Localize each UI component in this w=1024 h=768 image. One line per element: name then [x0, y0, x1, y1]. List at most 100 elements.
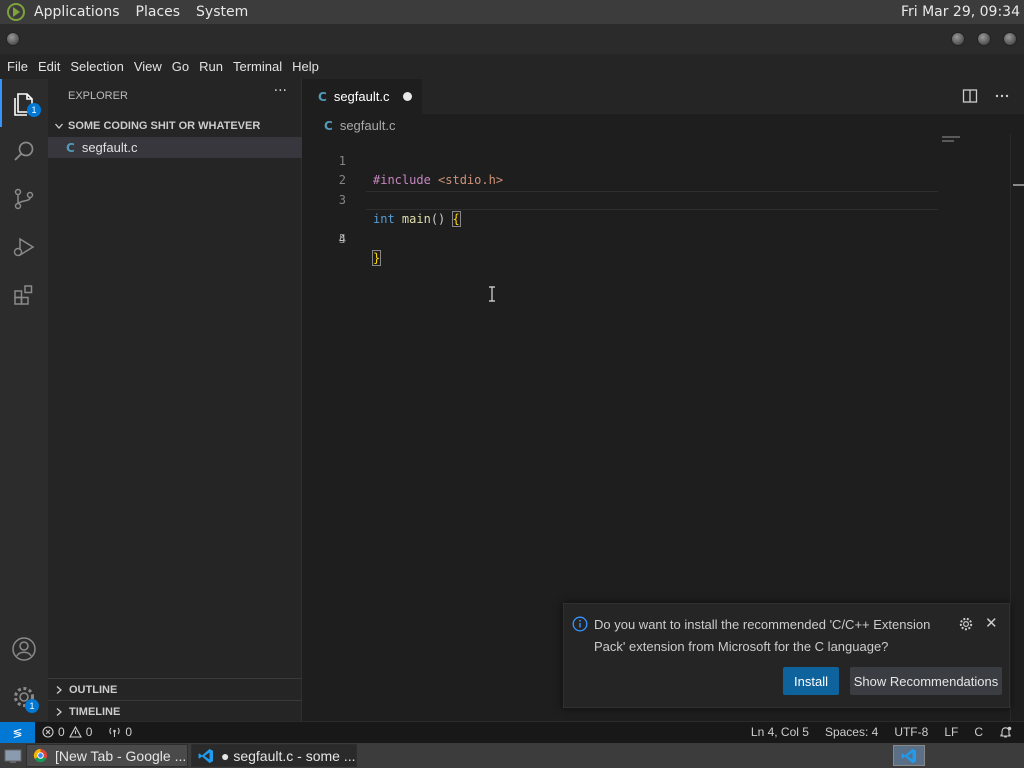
notification-close-icon[interactable]: ✕ — [985, 614, 998, 632]
chevron-down-icon — [55, 123, 63, 129]
current-line-highlight — [366, 190, 938, 210]
taskbar-chrome-label: [New Tab - Google ... — [55, 747, 187, 764]
status-left: 0 0 0 — [42, 725, 132, 739]
code-line-5[interactable]: 5 } — [302, 210, 1002, 266]
language-mode[interactable]: C — [974, 725, 983, 739]
search-icon — [14, 141, 34, 161]
install-button[interactable]: Install — [783, 667, 839, 695]
code-line-1[interactable]: 1 #include <stdio.h> — [302, 132, 1002, 188]
editor-scrollbar[interactable] — [1010, 134, 1024, 721]
settings-badge: 1 — [25, 699, 39, 713]
c-file-icon: C — [324, 118, 333, 133]
distro-logo-icon[interactable] — [6, 2, 26, 22]
source-control-icon — [14, 188, 34, 210]
minimize-button[interactable] — [951, 32, 965, 46]
editor-tabs: C segfault.c — [302, 79, 1024, 114]
c-file-icon: C — [66, 140, 75, 155]
more-actions-button[interactable]: ··· — [274, 83, 287, 99]
workspace-folder[interactable]: SOME CODING SHIT OR WHATEVER — [48, 115, 302, 137]
line-number: 5 — [338, 231, 346, 246]
breadcrumb[interactable]: C segfault.c — [324, 118, 395, 133]
taskbar-vscode[interactable]: ● segfault.c - some ... — [191, 744, 357, 767]
places-menu[interactable]: Places — [136, 4, 181, 20]
code-line-4[interactable]: 4 — [302, 190, 1002, 246]
menu-go[interactable]: Go — [167, 59, 194, 74]
ports-indicator[interactable]: 0 — [108, 725, 132, 739]
run-debug-icon — [13, 237, 35, 257]
status-right: Ln 4, Col 5 Spaces: 4 UTF-8 LF C — [751, 725, 1012, 739]
remote-icon: ≶ — [12, 726, 23, 740]
broadcast-icon — [109, 727, 121, 737]
explorer-sidebar: EXPLORER ··· SOME CODING SHIT OR WHATEVE… — [48, 79, 302, 721]
split-editor-icon[interactable] — [962, 88, 978, 104]
more-editor-actions-icon[interactable] — [994, 88, 1010, 104]
timeline-label: TIMELINE — [69, 705, 121, 718]
breadcrumb-file[interactable]: segfault.c — [340, 118, 396, 133]
menu-terminal[interactable]: Terminal — [228, 59, 287, 74]
tab-label: segfault.c — [333, 89, 390, 104]
menu-selection[interactable]: Selection — [65, 59, 128, 74]
warning-icon — [68, 726, 82, 738]
encoding[interactable]: UTF-8 — [894, 725, 928, 739]
status-bar: ≶ 0 0 0 Ln 4, Col 5 Spaces: 4 UTF-8 LF C — [0, 721, 1024, 744]
notification-settings-gear-icon[interactable] — [958, 616, 974, 632]
outline-section[interactable]: OUTLINE — [48, 678, 302, 700]
end-of-line[interactable]: LF — [944, 725, 958, 739]
code-line-2[interactable]: 2 — [302, 152, 1002, 187]
taskbar-vscode-label: ● segfault.c - some ... — [221, 747, 356, 764]
unsaved-dot-icon[interactable] — [403, 92, 412, 101]
problems-indicator[interactable]: 0 0 — [42, 725, 92, 739]
activity-bar: 1 1 — [0, 79, 48, 721]
manage-activity[interactable]: 1 — [0, 673, 48, 721]
notifications-bell-icon[interactable] — [999, 726, 1012, 739]
system-menu[interactable]: System — [196, 4, 248, 20]
file-item-segfault[interactable]: C segfault.c — [48, 137, 302, 158]
explorer-badge: 1 — [27, 103, 41, 117]
menu-file[interactable]: File — [2, 59, 33, 74]
explorer-activity[interactable]: 1 — [0, 79, 48, 127]
vscode-icon — [198, 748, 213, 763]
cursor-position[interactable]: Ln 4, Col 5 — [751, 725, 809, 739]
code-line-3[interactable]: 3 int main() { — [302, 171, 1002, 227]
notification-message: Do you want to install the recommended '… — [594, 617, 931, 654]
window-menu-button[interactable] — [6, 32, 20, 46]
applications-menu[interactable]: Applications — [34, 4, 120, 20]
c-file-icon: C — [318, 89, 327, 104]
indentation[interactable]: Spaces: 4 — [825, 725, 878, 739]
run-debug-activity[interactable] — [0, 223, 48, 271]
code-lines[interactable]: 1 #include <stdio.h> 2 3 int main() { 4 … — [302, 132, 1002, 266]
menu-run[interactable]: Run — [194, 59, 228, 74]
error-icon — [42, 726, 54, 738]
workspace-folder-label: SOME CODING SHIT OR WHATEVER — [68, 120, 261, 132]
close-window-button[interactable] — [1003, 32, 1017, 46]
error-count: 0 — [58, 725, 65, 739]
info-icon — [572, 616, 588, 632]
outline-label: OUTLINE — [69, 683, 118, 696]
extensions-icon — [14, 285, 33, 305]
editor-area[interactable]: C segfault.c C segfault.c 1 #include <st… — [302, 79, 1024, 721]
show-recommendations-button[interactable]: Show Recommendations — [850, 667, 1002, 695]
clock[interactable]: Fri Mar 29, 09:34 — [901, 4, 1020, 20]
show-desktop-icon[interactable] — [4, 748, 22, 764]
vscode-icon — [901, 748, 916, 763]
extensions-activity[interactable] — [0, 271, 48, 319]
timeline-section[interactable]: TIMELINE — [48, 700, 302, 722]
source-control-activity[interactable] — [0, 175, 48, 223]
chrome-icon — [33, 748, 48, 763]
menu-edit[interactable]: Edit — [33, 59, 65, 74]
remote-indicator[interactable]: ≶ — [0, 722, 35, 744]
taskbar-chrome[interactable]: [New Tab - Google ... — [26, 744, 188, 767]
maximize-button[interactable] — [977, 32, 991, 46]
menu-help[interactable]: Help — [287, 59, 324, 74]
minimap[interactable] — [942, 136, 964, 144]
menu-view[interactable]: View — [129, 59, 167, 74]
window-titlebar[interactable] — [0, 24, 1024, 54]
workspace-switcher[interactable] — [893, 745, 925, 766]
gnome-top-panel: Applications Places System Fri Mar 29, 0… — [0, 0, 1024, 24]
tab-segfault-c[interactable]: C segfault.c — [302, 79, 422, 114]
accounts-activity[interactable] — [0, 625, 48, 673]
search-activity[interactable] — [0, 127, 48, 175]
warning-count: 0 — [85, 725, 93, 739]
accounts-icon — [12, 637, 36, 661]
scrollbar-thumb[interactable] — [1013, 184, 1024, 186]
